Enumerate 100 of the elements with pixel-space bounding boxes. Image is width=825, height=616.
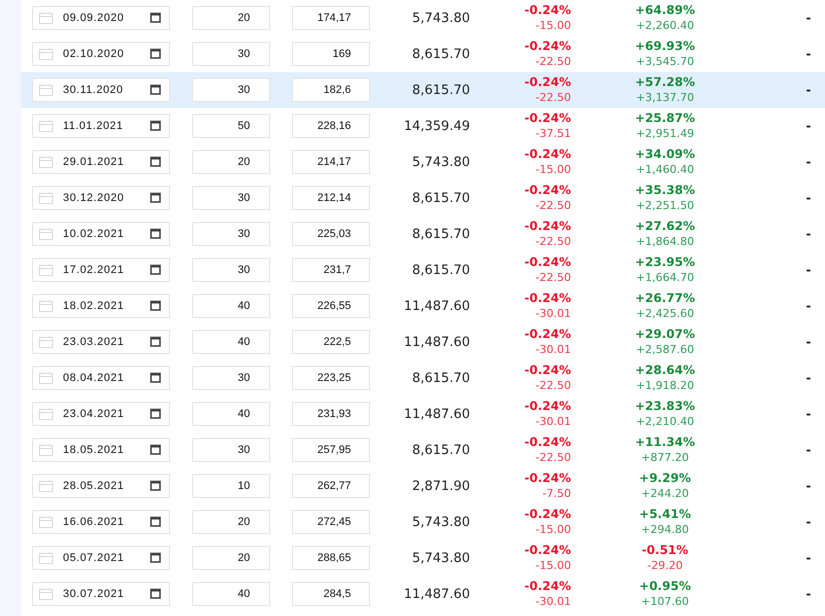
date-field[interactable]: 16.06.2021 (32, 510, 170, 534)
date-field[interactable]: 30.12.2020 (32, 186, 170, 210)
result-value: +1,864.80 (636, 234, 694, 250)
price-field[interactable]: 228,16 (292, 114, 370, 138)
price-field[interactable]: 257,95 (292, 438, 370, 462)
result-value: +2,251.50 (636, 198, 694, 214)
date-field[interactable]: 18.05.2021 (32, 438, 170, 462)
amount-text: 5,743.80 (411, 550, 470, 566)
price-field[interactable]: 222,5 (292, 330, 370, 354)
table-cell: - (806, 83, 811, 97)
price-field[interactable]: 182,6 (292, 78, 370, 102)
fee-percent: -0.24% (524, 470, 571, 486)
fee-value: -15.00 (536, 18, 571, 34)
date-field[interactable]: 23.03.2021 (32, 330, 170, 354)
calendar-icon[interactable] (150, 300, 161, 311)
quantity-field[interactable]: 30 (192, 258, 270, 282)
calendar-icon[interactable] (150, 120, 161, 131)
calendar-icon[interactable] (150, 408, 161, 419)
result-percent: +23.83% (634, 398, 696, 414)
price-field[interactable]: 284,5 (292, 582, 370, 606)
amount-text: 8,615.70 (411, 226, 470, 242)
amount-text: 8,615.70 (411, 82, 470, 98)
table-row[interactable]: 30.11.2020 30 182,6 8,615.70 -0.24% -22.50 +57.28% +3,137.70 - (21, 72, 825, 108)
quantity-field[interactable]: 20 (192, 150, 270, 174)
fee-percent: -0.24% (524, 182, 571, 198)
price-field[interactable]: 214,17 (292, 150, 370, 174)
fee-percent: -0.24% (524, 74, 571, 90)
calendar-icon[interactable] (150, 156, 161, 167)
calendar-icon[interactable] (150, 552, 161, 563)
fee-value: -22.50 (536, 270, 571, 286)
price-field[interactable]: 262,77 (292, 474, 370, 498)
quantity-field[interactable]: 30 (192, 222, 270, 246)
price-field[interactable]: 231,7 (292, 258, 370, 282)
calendar-icon[interactable] (150, 516, 161, 527)
quantity-field[interactable]: 30 (192, 366, 270, 390)
calendar-icon[interactable] (150, 12, 161, 23)
table-cell: - (806, 335, 811, 349)
date-field[interactable]: 23.04.2021 (32, 402, 170, 426)
result-percent: +34.09% (634, 146, 696, 162)
quantity-field[interactable]: 50 (192, 114, 270, 138)
date-field[interactable]: 28.05.2021 (32, 474, 170, 498)
quantity-field[interactable]: 10 (192, 474, 270, 498)
calendar-icon[interactable] (150, 228, 161, 239)
result-value: +2,210.40 (636, 414, 694, 430)
result-percent: +35.38% (634, 182, 696, 198)
quantity-field[interactable]: 30 (192, 78, 270, 102)
quantity-field[interactable]: 30 (192, 438, 270, 462)
quantity-field[interactable]: 40 (192, 330, 270, 354)
fee-percent: -0.24% (524, 542, 571, 558)
date-field[interactable]: 08.04.2021 (32, 366, 170, 390)
result-value: +1,460.40 (636, 162, 694, 178)
quantity-field[interactable]: 30 (192, 186, 270, 210)
table-cell: - (806, 11, 811, 25)
price-field[interactable]: 231,93 (292, 402, 370, 426)
fee-value: -22.50 (536, 198, 571, 214)
date-field[interactable]: 18.02.2021 (32, 294, 170, 318)
calendar-icon[interactable] (150, 372, 161, 383)
price-field[interactable]: 169 (292, 42, 370, 66)
price-field[interactable]: 272,45 (292, 510, 370, 534)
quantity-field[interactable]: 20 (192, 546, 270, 570)
date-field[interactable]: 10.02.2021 (32, 222, 170, 246)
date-field[interactable]: 11.01.2021 (32, 114, 170, 138)
date-field[interactable]: 09.09.2020 (32, 6, 170, 30)
date-field[interactable]: 02.10.2020 (32, 42, 170, 66)
price-field[interactable]: 223,25 (292, 366, 370, 390)
calendar-icon[interactable] (150, 264, 161, 275)
quantity-field[interactable]: 40 (192, 294, 270, 318)
date-field[interactable]: 30.07.2021 (32, 582, 170, 606)
calendar-icon[interactable] (150, 192, 161, 203)
calendar-icon[interactable] (150, 48, 161, 59)
calendar-icon[interactable] (150, 84, 161, 95)
quantity-field[interactable]: 40 (192, 582, 270, 606)
calendar-icon[interactable] (150, 588, 161, 599)
date-field[interactable]: 30.11.2020 (32, 78, 170, 102)
result-percent: +28.64% (634, 362, 696, 378)
quantity-field[interactable]: 20 (192, 510, 270, 534)
date-field[interactable]: 29.01.2021 (32, 150, 170, 174)
result-value: +2,951.49 (636, 126, 694, 142)
date-field[interactable]: 05.07.2021 (32, 546, 170, 570)
table-cell: - (806, 47, 811, 61)
quantity-field[interactable]: 20 (192, 6, 270, 30)
result-percent: -0.51% (642, 542, 688, 558)
quantity-field[interactable]: 40 (192, 402, 270, 426)
fee-value: -22.50 (536, 90, 571, 106)
fee-percent: -0.24% (524, 578, 571, 594)
date-field[interactable]: 17.02.2021 (32, 258, 170, 282)
fee-value: -15.00 (536, 558, 571, 574)
calendar-icon[interactable] (150, 336, 161, 347)
calendar-icon[interactable] (150, 480, 161, 491)
price-field[interactable]: 212,14 (292, 186, 370, 210)
table-cell: - (806, 119, 811, 133)
price-field[interactable]: 226,55 (292, 294, 370, 318)
fee-value: -15.00 (536, 522, 571, 538)
quantity-field[interactable]: 30 (192, 42, 270, 66)
calendar-icon[interactable] (150, 444, 161, 455)
price-field[interactable]: 174,17 (292, 6, 370, 30)
result-value: +877.20 (641, 450, 689, 466)
price-field[interactable]: 225,03 (292, 222, 370, 246)
price-field[interactable]: 288,65 (292, 546, 370, 570)
result-value: +2,425.60 (636, 306, 694, 322)
